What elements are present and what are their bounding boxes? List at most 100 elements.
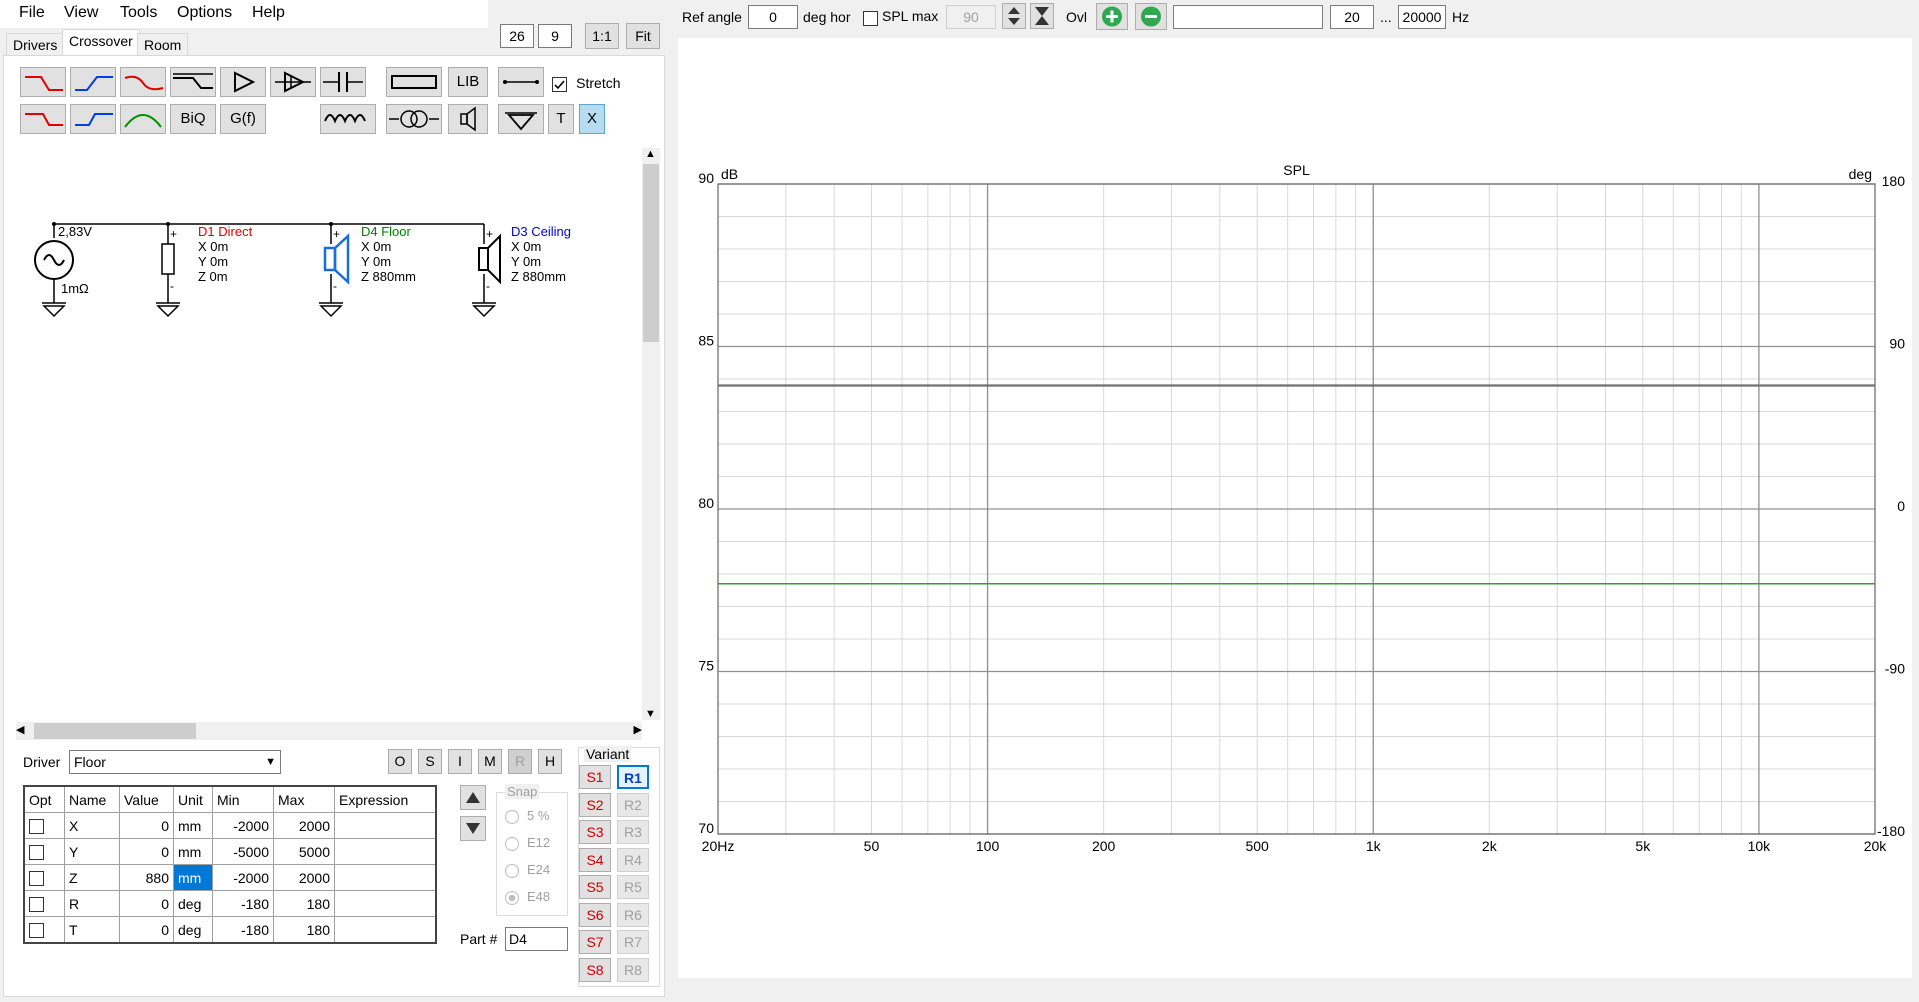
capacitor-tool[interactable] bbox=[320, 67, 366, 97]
menu-tools[interactable]: Tools bbox=[120, 4, 157, 22]
param-unit-selected[interactable]: mm bbox=[173, 864, 213, 891]
param-expression[interactable] bbox=[334, 864, 437, 891]
variant-s8-button[interactable]: S8 bbox=[579, 958, 611, 982]
grid-rows-input[interactable]: 9 bbox=[538, 24, 572, 48]
param-max[interactable]: 2000 bbox=[273, 812, 335, 839]
scroll-up-icon[interactable]: ▲ bbox=[645, 148, 656, 160]
menu-help[interactable]: Help bbox=[252, 4, 285, 22]
scroll-down-icon[interactable]: ▼ bbox=[645, 708, 656, 720]
overlay-remove-button[interactable] bbox=[1135, 3, 1167, 30]
scroll-left-icon[interactable]: ◀ bbox=[16, 723, 24, 736]
param-unit[interactable]: deg bbox=[173, 916, 213, 944]
param-expression[interactable] bbox=[334, 916, 437, 944]
tab-crossover[interactable]: Crossover bbox=[62, 29, 140, 56]
param-unit[interactable]: deg bbox=[173, 890, 213, 917]
mode-h-button[interactable]: H bbox=[538, 749, 562, 774]
tab-room[interactable]: Room bbox=[137, 33, 189, 56]
stretch-checkbox[interactable]: Stretch bbox=[552, 75, 621, 92]
overlay-add-button[interactable] bbox=[1096, 3, 1128, 30]
param-min[interactable]: -180 bbox=[212, 890, 274, 917]
mode-m-button[interactable]: M bbox=[478, 749, 502, 774]
grid-cols-input[interactable]: 26 bbox=[500, 24, 534, 48]
param-max[interactable]: 180 bbox=[273, 890, 335, 917]
param-expression[interactable] bbox=[334, 838, 437, 865]
param-value[interactable]: 0 bbox=[119, 838, 174, 865]
biquad-button[interactable]: BiQ bbox=[170, 104, 216, 134]
variant-s6-button[interactable]: S6 bbox=[579, 903, 611, 927]
gf-button[interactable]: G(f) bbox=[220, 104, 266, 134]
amp-tool[interactable] bbox=[220, 67, 266, 97]
delete-tool-button[interactable]: X bbox=[579, 104, 605, 134]
inductor-tool[interactable] bbox=[320, 104, 376, 134]
spl-chart-panel[interactable]: 20Hz 50 100 200 500 1k 2k 5k 10k 20k 70 75 80 85 90 -18… bbox=[678, 38, 1912, 978]
param-value[interactable]: 880 bbox=[119, 864, 174, 891]
variant-s5-button[interactable]: S5 bbox=[579, 875, 611, 899]
hscroll-thumb[interactable] bbox=[34, 723, 196, 739]
resistor-tool[interactable] bbox=[386, 67, 442, 97]
param-unit[interactable]: mm bbox=[173, 812, 213, 839]
mode-r-button[interactable]: R bbox=[508, 749, 532, 774]
driver-select[interactable]: Floor ▼ bbox=[69, 750, 281, 774]
variant-s3-button[interactable]: S3 bbox=[579, 820, 611, 844]
buffer-tool[interactable] bbox=[270, 67, 316, 97]
wire-tool[interactable] bbox=[498, 67, 544, 97]
shelf-tool[interactable] bbox=[170, 67, 216, 97]
snap-option-e48[interactable]: E48 bbox=[505, 889, 550, 905]
ground-tool[interactable] bbox=[498, 104, 544, 134]
param-max[interactable]: 5000 bbox=[273, 838, 335, 865]
tab-drivers[interactable]: Drivers bbox=[6, 33, 65, 56]
param-min[interactable]: -5000 bbox=[212, 838, 274, 865]
variant-s7-button[interactable]: S7 bbox=[579, 930, 611, 954]
opt-checkbox[interactable] bbox=[23, 864, 65, 891]
menu-options[interactable]: Options bbox=[177, 4, 232, 22]
text-tool-button[interactable]: T bbox=[548, 104, 574, 134]
highpass2-tool[interactable] bbox=[70, 104, 116, 134]
param-min[interactable]: -2000 bbox=[212, 812, 274, 839]
param-max[interactable]: 180 bbox=[273, 916, 335, 944]
move-up-button[interactable] bbox=[460, 785, 486, 810]
schematic-vscrollbar[interactable]: ▲ ▼ bbox=[642, 148, 660, 720]
variant-r8-button[interactable]: R8 bbox=[617, 958, 649, 982]
variant-r6-button[interactable]: R6 bbox=[617, 903, 649, 927]
variant-r1-button[interactable]: R1 bbox=[617, 765, 649, 789]
param-expression[interactable] bbox=[334, 812, 437, 839]
variant-r7-button[interactable]: R7 bbox=[617, 930, 649, 954]
spl-fit-button[interactable] bbox=[1030, 3, 1054, 29]
param-unit[interactable]: mm bbox=[173, 838, 213, 865]
spl-max-checkbox[interactable] bbox=[863, 9, 878, 26]
fit-button[interactable]: Fit bbox=[626, 23, 660, 49]
transformer-tool[interactable] bbox=[386, 104, 442, 134]
variant-r4-button[interactable]: R4 bbox=[617, 848, 649, 872]
move-down-button[interactable] bbox=[460, 816, 486, 841]
vscroll-thumb[interactable] bbox=[643, 164, 659, 342]
variant-r2-button[interactable]: R2 bbox=[617, 793, 649, 817]
param-expression[interactable] bbox=[334, 890, 437, 917]
part-input[interactable]: D4 bbox=[505, 927, 568, 951]
param-min[interactable]: -2000 bbox=[212, 864, 274, 891]
freq-min-input[interactable]: 20 bbox=[1330, 5, 1374, 29]
scroll-right-icon[interactable]: ▶ bbox=[634, 723, 642, 736]
opt-checkbox[interactable] bbox=[23, 812, 65, 839]
bandpass-tool[interactable] bbox=[120, 104, 166, 134]
param-min[interactable]: -180 bbox=[212, 916, 274, 944]
variant-s2-button[interactable]: S2 bbox=[579, 793, 611, 817]
ref-angle-input[interactable]: 0 bbox=[748, 5, 798, 29]
param-max[interactable]: 2000 bbox=[273, 864, 335, 891]
mode-i-button[interactable]: I bbox=[448, 749, 472, 774]
allpass-tool[interactable] bbox=[120, 67, 166, 97]
speaker-tool[interactable] bbox=[448, 104, 488, 134]
library-button[interactable]: LIB bbox=[448, 67, 488, 97]
spl-updown-button[interactable] bbox=[1002, 3, 1026, 29]
menu-view[interactable]: View bbox=[64, 4, 98, 22]
freq-max-input[interactable]: 20000 bbox=[1398, 5, 1446, 29]
schematic-canvas[interactable]: + - + - + - 2,83V 1mΩ D1 Direct X 0m Y 0… bbox=[16, 148, 644, 720]
snap-option-e24[interactable]: E24 bbox=[505, 862, 550, 878]
snap-option-e12[interactable]: E12 bbox=[505, 835, 550, 851]
lowpass2-tool[interactable] bbox=[20, 104, 66, 134]
opt-checkbox[interactable] bbox=[23, 916, 65, 944]
param-value[interactable]: 0 bbox=[119, 812, 174, 839]
highpass1-tool[interactable] bbox=[70, 67, 116, 97]
menu-file[interactable]: File bbox=[19, 4, 45, 22]
opt-checkbox[interactable] bbox=[23, 838, 65, 865]
schematic-hscrollbar[interactable]: ◀ ▶ bbox=[16, 722, 642, 740]
